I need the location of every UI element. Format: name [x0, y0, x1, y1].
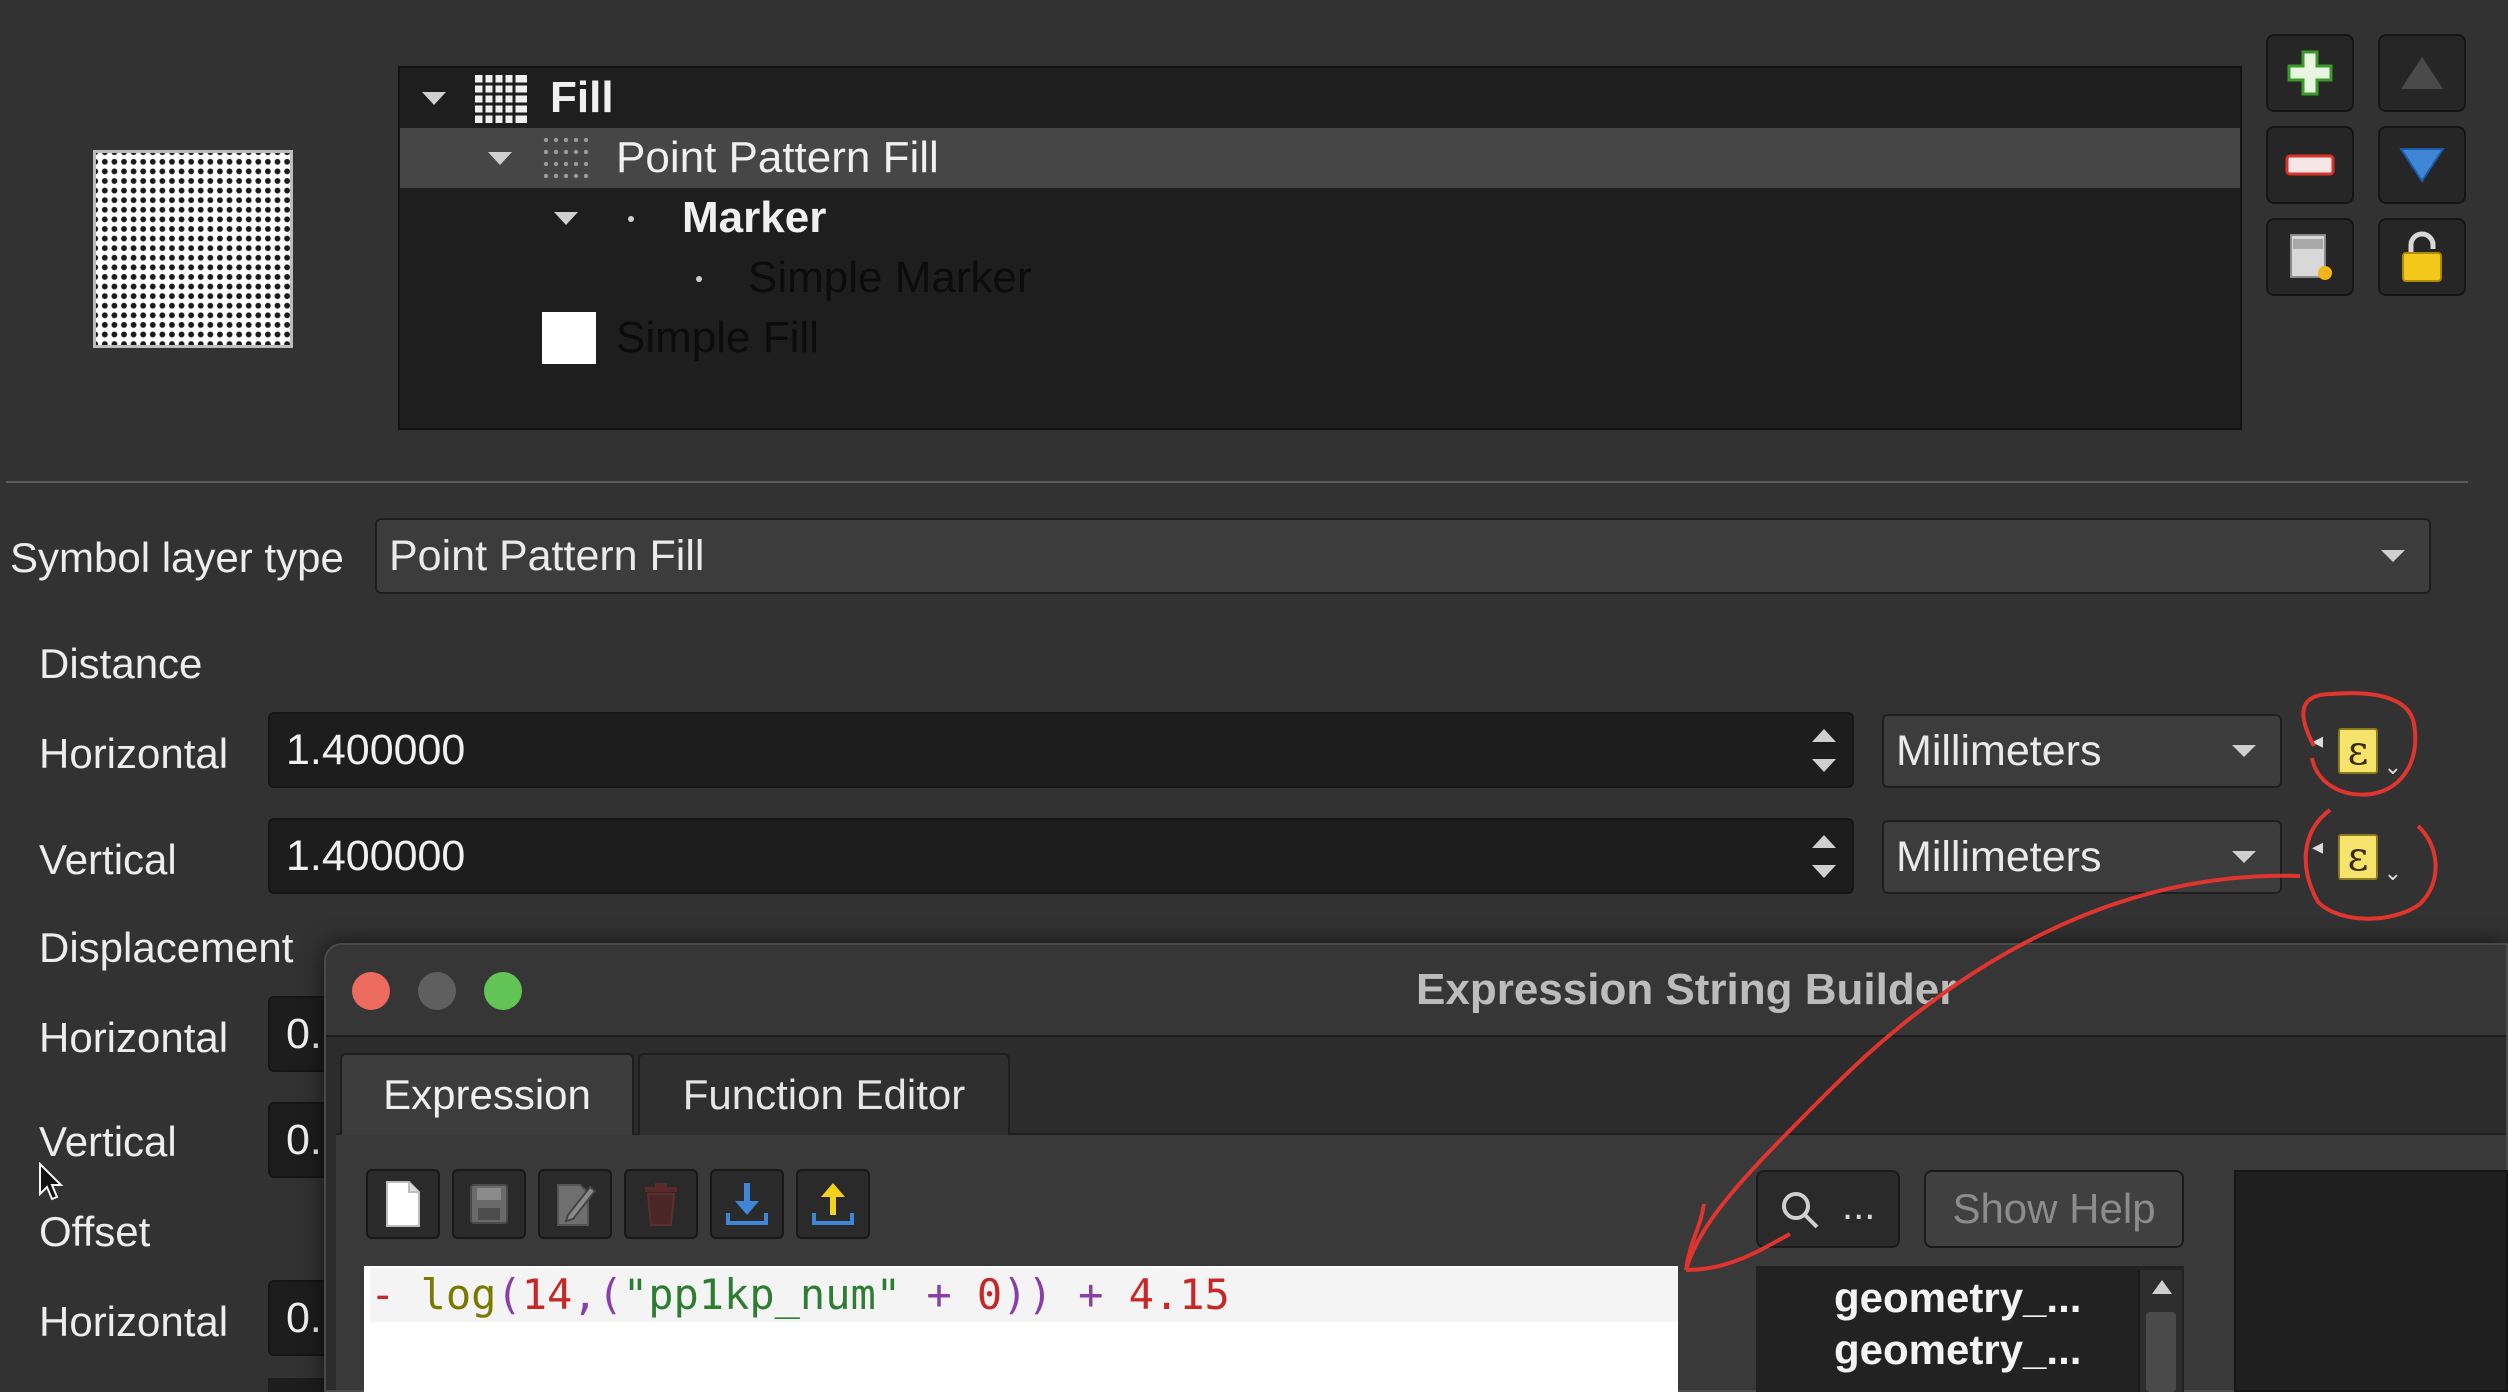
red-annotation-overlay: [1684, 691, 2438, 1272]
